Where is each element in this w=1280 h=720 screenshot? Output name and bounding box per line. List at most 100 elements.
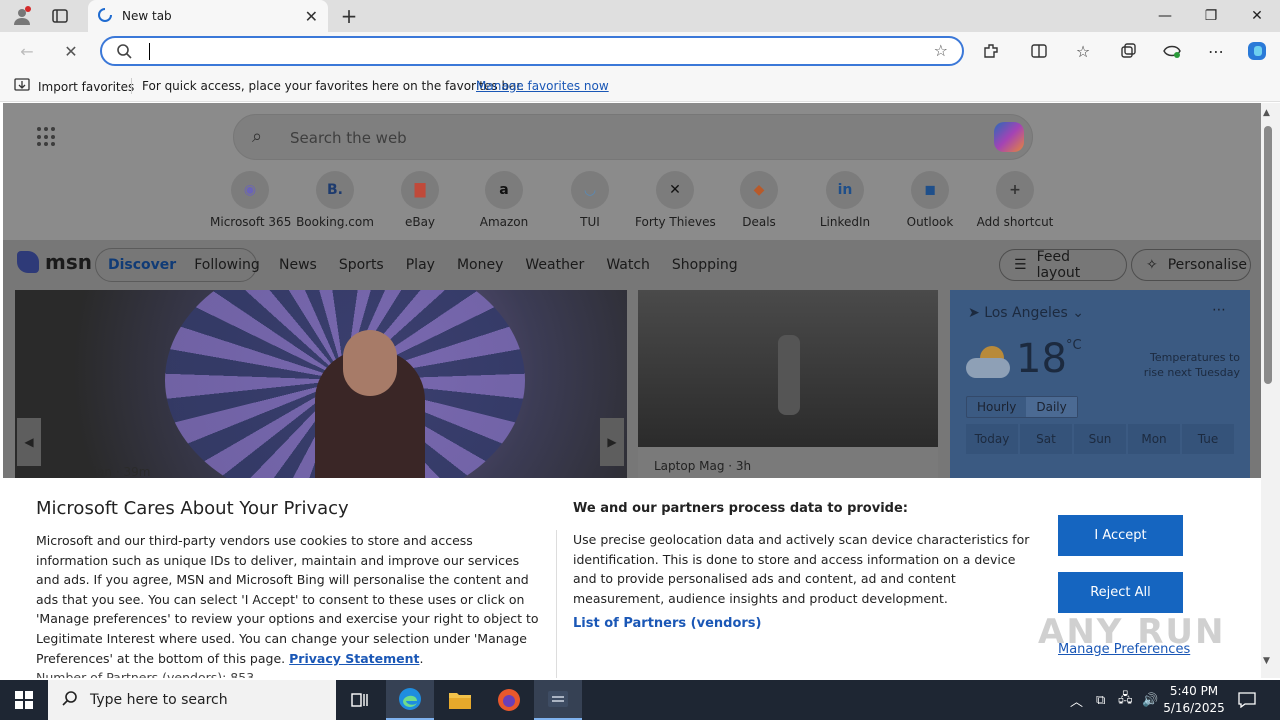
weather-days: Today Sat Sun Mon Tue: [966, 424, 1234, 454]
app-launcher-icon[interactable]: [37, 127, 57, 147]
copilot-icon[interactable]: [1246, 40, 1268, 62]
favorite-star-icon[interactable]: ☆: [934, 41, 948, 60]
restore-icon[interactable]: ❐: [1188, 0, 1234, 32]
news-card[interactable]: Laptop Mag · 3h: [638, 290, 938, 478]
day-today[interactable]: Today: [966, 424, 1018, 454]
favorites-icon[interactable]: ☆: [1072, 40, 1094, 62]
reject-all-button[interactable]: Reject All: [1058, 572, 1183, 613]
volume-icon[interactable]: 🔊: [1142, 680, 1158, 720]
weather-more-icon[interactable]: ⋯: [1212, 302, 1226, 318]
scroll-up-icon[interactable]: ▲: [1263, 108, 1270, 118]
collections-icon[interactable]: [1117, 40, 1139, 62]
task-view-icon[interactable]: [336, 680, 384, 720]
app-taskbar-icon[interactable]: [534, 680, 582, 720]
new-tab-plus-icon[interactable]: +: [339, 4, 359, 28]
copilot-search-icon[interactable]: [994, 122, 1024, 152]
tab-discover[interactable]: Discover: [108, 257, 176, 273]
carousel-next-icon[interactable]: ▶: [600, 418, 624, 466]
shortcut-ebay[interactable]: ▇ eBay: [380, 171, 460, 229]
feed-layout-button[interactable]: ☰ Feed layout: [999, 249, 1127, 281]
close-tab-icon[interactable]: ✕: [305, 7, 318, 26]
scrollbar-thumb[interactable]: [1264, 126, 1272, 384]
shortcut-add-shortcut[interactable]: + Add shortcut: [975, 171, 1055, 229]
loading-tab-icon: [98, 7, 112, 25]
msn-logo[interactable]: msn: [17, 250, 92, 274]
back-arrow-icon[interactable]: ←: [16, 40, 38, 62]
manage-favorites-link[interactable]: Manage favorites now: [476, 79, 609, 93]
personalise-button[interactable]: ✧ Personalise: [1131, 249, 1251, 281]
shortcut-label: Deals: [742, 215, 776, 229]
accept-button[interactable]: I Accept: [1058, 515, 1183, 556]
day-mon[interactable]: Mon: [1128, 424, 1180, 454]
network-icon[interactable]: 🖧: [1118, 680, 1133, 720]
tab-actions-icon[interactable]: [50, 6, 70, 26]
nav-shopping[interactable]: Shopping: [672, 257, 738, 273]
shortcut-forty-thieves[interactable]: ✕ Forty Thieves: [635, 171, 716, 229]
extensions-icon[interactable]: [980, 40, 1002, 62]
nav-news[interactable]: News: [279, 257, 317, 273]
shortcut-label: Microsoft 365: [210, 215, 292, 229]
shortcut-outlook[interactable]: ◼ Outlook: [890, 171, 970, 229]
network-device-icon[interactable]: ⧉: [1096, 680, 1105, 720]
shortcut-booking-com[interactable]: B. Booking.com: [295, 171, 375, 229]
web-search-icon: ⌕: [252, 126, 263, 147]
tab-hourly[interactable]: Hourly: [967, 397, 1026, 417]
tab-new-tab[interactable]: New tab ✕: [88, 0, 328, 32]
address-input[interactable]: [150, 41, 910, 63]
carousel-prev-icon[interactable]: ◀: [17, 418, 41, 466]
partners-title: We and our partners process data to prov…: [573, 501, 908, 516]
list-of-partners-link[interactable]: List of Partners (vendors): [573, 616, 761, 631]
tab-daily[interactable]: Daily: [1026, 397, 1077, 417]
hero-news-card[interactable]: [15, 290, 627, 478]
browser-essentials-icon[interactable]: [1161, 40, 1183, 62]
weather-tabs: Hourly Daily: [966, 396, 1078, 418]
day-sat[interactable]: Sat: [1020, 424, 1072, 454]
tray-chevron-icon[interactable]: ︿: [1070, 680, 1083, 720]
favorites-message: For quick access, place your favorites h…: [142, 79, 525, 93]
file-explorer-icon[interactable]: [436, 680, 484, 720]
firefox-icon[interactable]: [485, 680, 533, 720]
shortcut-label: eBay: [404, 215, 436, 229]
more-options-icon[interactable]: ⋯: [1205, 40, 1227, 62]
notifications-icon[interactable]: [1238, 680, 1256, 720]
privacy-divider: [556, 530, 557, 678]
hero-source: The Guardian · 39m: [31, 465, 151, 478]
import-favorites-button[interactable]: Import favorites: [14, 78, 134, 95]
shortcut-label: LinkedIn: [819, 215, 871, 229]
windows-start-icon[interactable]: [0, 680, 48, 720]
nav-play[interactable]: Play: [406, 257, 435, 273]
shortcut-microsoft-365[interactable]: ◉ Microsoft 365: [210, 171, 292, 229]
text-caret: [149, 43, 150, 60]
day-sun[interactable]: Sun: [1074, 424, 1126, 454]
import-icon: [14, 78, 30, 95]
edge-taskbar-icon[interactable]: [386, 680, 434, 720]
day-tue[interactable]: Tue: [1182, 424, 1234, 454]
nav-watch[interactable]: Watch: [606, 257, 650, 273]
ebay-icon: ▇: [401, 171, 439, 209]
web-search-box[interactable]: ⌕ Search the web: [233, 114, 1033, 160]
shortcut-tui[interactable]: ◡ TUI: [550, 171, 630, 229]
weather-note[interactable]: Temperatures to rise next Tuesday: [1128, 350, 1240, 380]
shortcut-amazon[interactable]: a Amazon: [464, 171, 544, 229]
taskbar-search[interactable]: Type here to search: [48, 680, 336, 720]
minimize-icon[interactable]: —: [1142, 0, 1188, 32]
privacy-statement-link[interactable]: Privacy Statement: [289, 651, 419, 666]
scroll-down-icon[interactable]: ▼: [1263, 656, 1270, 666]
shortcut-linkedin[interactable]: in LinkedIn: [805, 171, 885, 229]
nav-weather[interactable]: Weather: [525, 257, 584, 273]
address-bar[interactable]: ☆: [100, 36, 964, 66]
weather-card[interactable]: ➤ Los Angeles ⌄ ⋯ 18 °C Temperatures to …: [950, 290, 1250, 478]
stop-loading-icon[interactable]: ✕: [60, 40, 82, 62]
title-bar: New tab ✕ + — ❐ ✕: [0, 0, 1280, 32]
shortcut-label: Booking.com: [296, 215, 374, 229]
profile-icon[interactable]: [12, 6, 32, 26]
nav-sports[interactable]: Sports: [339, 257, 384, 273]
shortcut-deals[interactable]: ◆ Deals: [719, 171, 799, 229]
close-window-icon[interactable]: ✕: [1234, 0, 1280, 32]
weather-location[interactable]: ➤ Los Angeles ⌄: [968, 305, 1084, 321]
split-screen-icon[interactable]: [1028, 40, 1050, 62]
weather-location-label: Los Angeles: [984, 305, 1068, 321]
nav-money[interactable]: Money: [457, 257, 503, 273]
tab-following[interactable]: Following: [194, 257, 260, 273]
system-clock[interactable]: 5:40 PM 5/16/2025: [1160, 683, 1228, 717]
